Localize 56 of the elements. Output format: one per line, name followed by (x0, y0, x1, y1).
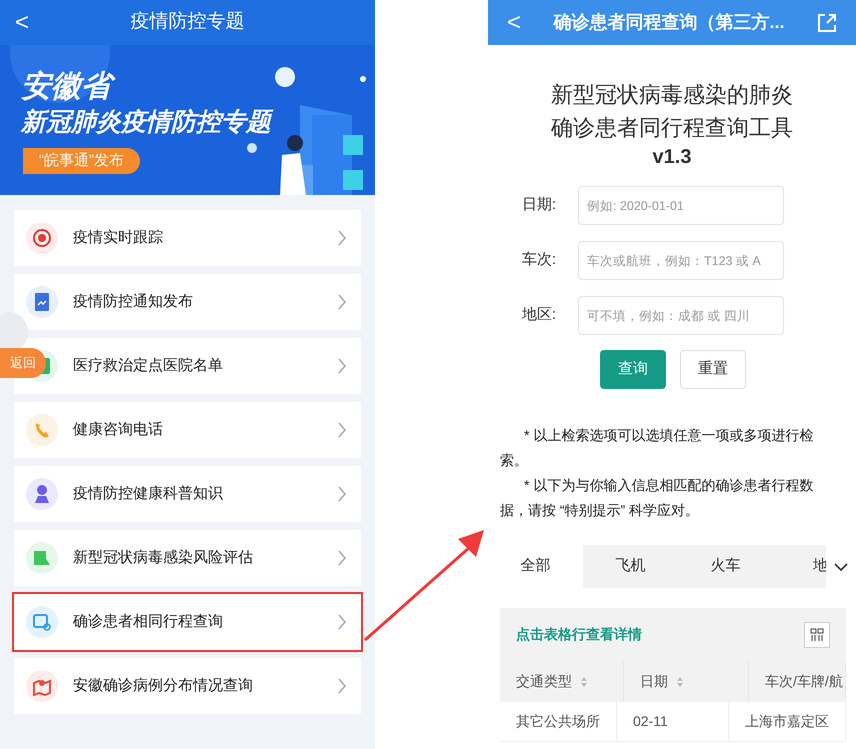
note-text: * 以上检索选项可以选填任意一项或多项进行检索。 (500, 426, 814, 470)
person-icon (32, 484, 52, 504)
back-button[interactable]: < (12, 10, 32, 34)
chevron-right-icon (337, 294, 347, 310)
tool-title: 确诊患者同行程查询工具 (551, 114, 793, 142)
table-cell: 02-11 (617, 702, 729, 741)
input-field[interactable]: 可不填，例如：成都 或 四川 (578, 296, 784, 335)
menu-label: 疫情防控通知发布 (73, 292, 194, 312)
input-field[interactable]: 车次或航班，例如：T123 或 A (578, 241, 784, 280)
target-icon (32, 228, 52, 248)
table-cell: 上海市嘉定区 (729, 702, 846, 741)
menu-label: 疫情防控健康科普知识 (73, 484, 224, 504)
menu-item[interactable]: 疫情防控健康科普知识 (14, 466, 361, 522)
sort-icon[interactable] (580, 676, 588, 688)
checklist-icon (32, 548, 52, 568)
share-icon[interactable] (816, 12, 838, 34)
banner-title: 安徽省 (21, 67, 117, 107)
document-icon (32, 292, 52, 312)
menu-label: 确诊患者相同行程查询 (73, 612, 224, 632)
field-label: 车次: (520, 250, 557, 270)
menu-label: 疫情实时跟踪 (73, 228, 164, 248)
button[interactable]: 重置 (680, 350, 746, 389)
menu-item[interactable]: 新型冠状病毒感染风险评估 (14, 530, 361, 586)
chevron-right-icon (337, 678, 347, 694)
chevron-right-icon (337, 550, 347, 566)
menu-label: 新型冠状病毒感染风险评估 (73, 548, 254, 568)
menu-label: 安徽确诊病例分布情况查询 (73, 676, 254, 696)
field-label: 地区: (520, 305, 557, 326)
menu-item[interactable]: 健康咨询电话 (14, 402, 361, 458)
columns-icon[interactable] (804, 622, 830, 648)
menu-item[interactable]: 疫情防控通知发布 (14, 274, 361, 330)
chevron-right-icon (337, 230, 347, 246)
menu-item[interactable]: 安徽确诊病例分布情况查询 (14, 658, 361, 714)
note-text: * 以下为与你输入信息相匹配的确诊患者行程数据，请按 “特别提示” 科学应对。 (500, 476, 814, 520)
bus-search-icon (32, 612, 52, 632)
chevron-right-icon (337, 614, 347, 630)
sort-icon[interactable] (676, 676, 684, 688)
page-title: 疫情防控专题 (130, 10, 246, 34)
page-title: 确诊患者同程查询（第三方... (552, 11, 786, 34)
tool-title: 新型冠状病毒感染的肺炎 (551, 81, 793, 109)
chevron-right-icon (337, 486, 347, 502)
chevron-down-icon (834, 562, 848, 572)
chevron-right-icon (337, 358, 347, 374)
chevron-right-icon (337, 422, 347, 438)
menu-item[interactable]: 确诊患者相同行程查询 (14, 594, 361, 650)
banner-badge: “皖事通”发布 (23, 148, 140, 174)
version-label: v1.3 (652, 145, 692, 170)
menu-label: 健康咨询电话 (73, 420, 164, 440)
menu-label: 医疗救治定点医院名单 (73, 356, 224, 376)
tab[interactable]: 全部 (488, 545, 583, 588)
menu-item[interactable]: 疫情实时跟踪 (14, 210, 361, 266)
field-label: 日期: (520, 195, 557, 216)
input-field[interactable]: 例如: 2020-01-01 (578, 186, 784, 225)
table-cell: 其它公共场所 (500, 702, 617, 741)
table-hint: 点击表格行查看详情 (516, 625, 642, 644)
banner-headline: 新冠肺炎疫情防控专题 (21, 105, 277, 139)
